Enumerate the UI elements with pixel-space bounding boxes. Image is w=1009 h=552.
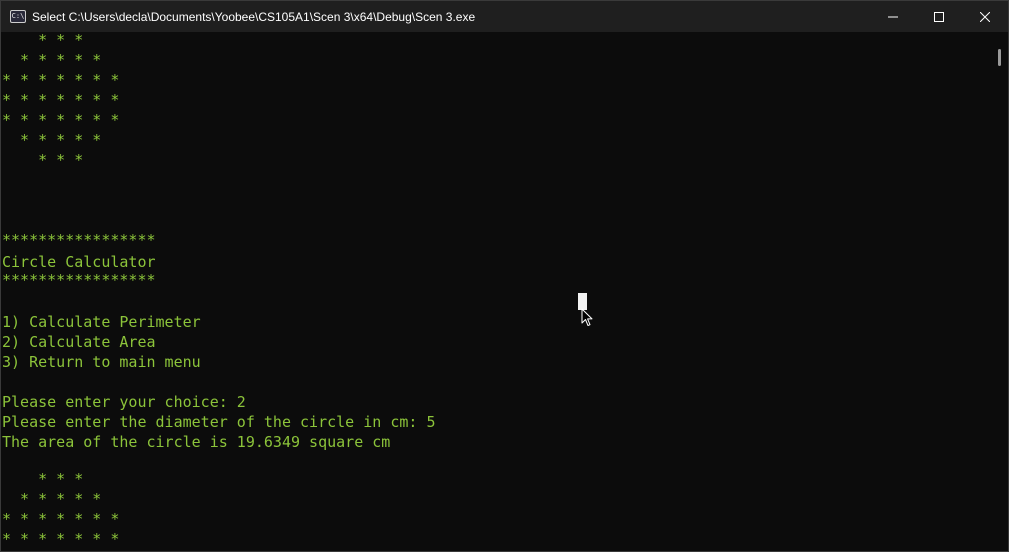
console-line: * * * * * * * [2, 510, 120, 528]
console-line: ***************** [2, 271, 156, 289]
console-line: The area of the circle is 19.6349 square… [2, 433, 391, 451]
console-line: * * * * * * * [2, 71, 120, 89]
console-line: * * * * * [2, 490, 102, 508]
console-line: Circle Calculator [2, 253, 156, 271]
minimize-icon [888, 16, 898, 17]
minimize-button[interactable] [870, 1, 916, 32]
app-icon-label: C:\ [11, 12, 25, 20]
window-controls [870, 1, 1008, 32]
console-app-icon[interactable]: C:\ [10, 10, 26, 23]
console-line: * * * * * * * [2, 530, 120, 548]
console-line: 2) Calculate Area [2, 333, 156, 351]
maximize-button[interactable] [916, 1, 962, 32]
vertical-scrollbar[interactable] [990, 32, 1008, 551]
console-window: C:\ Select C:\Users\decla\Documents\Yoob… [0, 0, 1009, 552]
console-line: Please enter your choice: 2 [2, 393, 246, 411]
console-line: * * * [2, 151, 84, 169]
mouse-pointer-icon [581, 308, 593, 326]
title-bar[interactable]: C:\ Select C:\Users\decla\Documents\Yoob… [1, 1, 1008, 32]
console-line: 1) Calculate Perimeter [2, 313, 201, 331]
close-button[interactable] [962, 1, 1008, 32]
scrollbar-thumb[interactable] [998, 49, 1001, 66]
window-title: Select C:\Users\decla\Documents\Yoobee\C… [32, 9, 476, 24]
console-line: * * * * * * * [2, 111, 120, 129]
console-line: * * * [2, 32, 84, 49]
console-line: * * * * * [2, 51, 102, 69]
console-line: ***************** [2, 231, 156, 249]
console-line: * * * * * [2, 131, 102, 149]
console-line: 3) Return to main menu [2, 353, 201, 371]
console-line: * * * * * * * [2, 91, 120, 109]
console-line: Please enter the diameter of the circle … [2, 413, 436, 431]
close-icon [980, 11, 990, 22]
maximize-icon [934, 11, 944, 22]
console-line: * * * [2, 470, 84, 488]
console-output[interactable]: * * * * * * * * * * * * * * * * * * * * … [1, 32, 991, 551]
